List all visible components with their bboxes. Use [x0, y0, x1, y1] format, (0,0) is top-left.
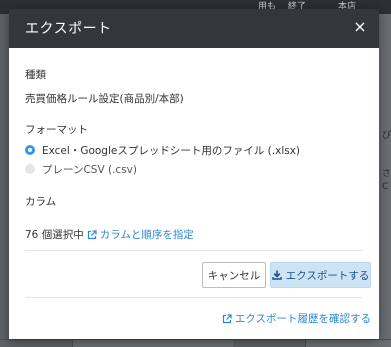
dialog-header: エクスポート × — [9, 9, 379, 48]
export-button-label: エクスポートする — [285, 269, 370, 282]
external-link-icon — [222, 313, 232, 323]
export-history-link[interactable]: エクスポート履歴を確認する — [219, 311, 371, 326]
divider — [25, 297, 363, 298]
format-option-csv[interactable]: プレーンCSV (.csv) — [25, 162, 137, 176]
export-history-link-label: エクスポート履歴を確認する — [234, 313, 371, 325]
type-label: 種類 — [25, 69, 46, 81]
format-option-xlsx[interactable]: Excel・Googleスプレッドシート用のファイル (.xlsx) — [25, 143, 300, 157]
divider — [25, 250, 363, 251]
background-panel — [72, 340, 233, 347]
radio-checked[interactable] — [25, 145, 35, 155]
column-order-link[interactable]: カラムと順序を指定 — [84, 227, 194, 242]
type-value: 売買価格ルール設定(商品別/本部) — [25, 93, 184, 105]
background-glyph: さ — [382, 169, 391, 179]
dialog-title: エクスポート — [25, 21, 112, 37]
format-option-label: Excel・Googleスプレッドシート用のファイル (.xlsx) — [42, 144, 301, 157]
column-label: カラム — [25, 196, 57, 208]
close-button[interactable]: × — [351, 18, 369, 36]
background-panel — [305, 340, 391, 347]
column-order-link-label: カラムと順序を指定 — [99, 229, 194, 241]
background-glyph: C — [382, 182, 389, 192]
export-dialog: エクスポート × 種類 売買価格ルール設定(商品別/本部) フォーマット Exc… — [9, 9, 379, 339]
cancel-button[interactable]: キャンセル — [202, 262, 266, 288]
format-option-label: プレーンCSV (.csv) — [42, 163, 137, 176]
export-button[interactable]: エクスポートする — [270, 262, 371, 288]
external-link-icon — [87, 229, 97, 239]
background-content-edge — [379, 14, 391, 347]
column-selection: 76 個選択中 カラムと順序を指定 — [25, 227, 194, 242]
format-label: フォーマット — [25, 124, 88, 136]
download-icon — [271, 270, 282, 280]
background-glyph: び — [382, 131, 391, 141]
radio-unchecked[interactable] — [25, 164, 35, 174]
column-count: 76 個選択中 — [25, 229, 84, 241]
